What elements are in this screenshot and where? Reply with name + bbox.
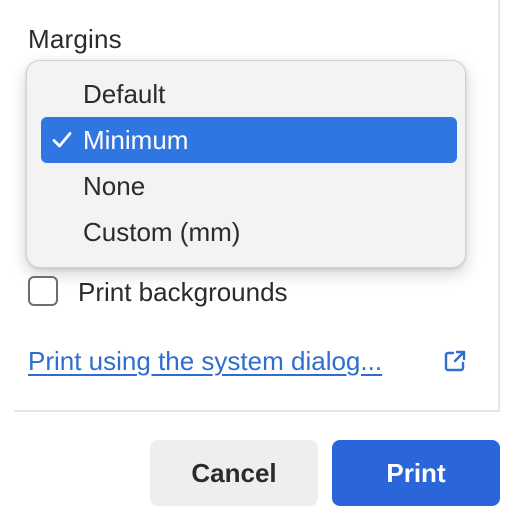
option-label: None	[83, 171, 146, 201]
margins-option-minimum[interactable]: Minimum	[41, 117, 457, 163]
system-dialog-link[interactable]: Print using the system dialog...	[28, 346, 382, 377]
checkmark-icon	[52, 132, 72, 148]
print-button[interactable]: Print	[332, 440, 500, 506]
panel-bottom-divider	[14, 410, 500, 412]
margins-option-default[interactable]: Default	[41, 71, 457, 117]
external-link-icon[interactable]	[442, 348, 468, 374]
print-backgrounds-label[interactable]: Print backgrounds	[78, 274, 288, 310]
margins-dropdown-menu[interactable]: Default Minimum None Custom (mm)	[26, 60, 466, 268]
margins-label: Margins	[28, 24, 122, 54]
panel-right-border	[498, 0, 500, 412]
cancel-button[interactable]: Cancel	[150, 440, 318, 506]
print-backgrounds-checkbox[interactable]	[28, 276, 58, 306]
option-label: Default	[83, 79, 166, 109]
option-label: Minimum	[83, 125, 189, 155]
print-settings-panel: Margins Default Minimum None Custom (mm)…	[0, 0, 500, 412]
margins-option-none[interactable]: None	[41, 163, 457, 209]
option-label: Custom (mm)	[83, 217, 241, 247]
margins-option-custom[interactable]: Custom (mm)	[41, 209, 457, 255]
